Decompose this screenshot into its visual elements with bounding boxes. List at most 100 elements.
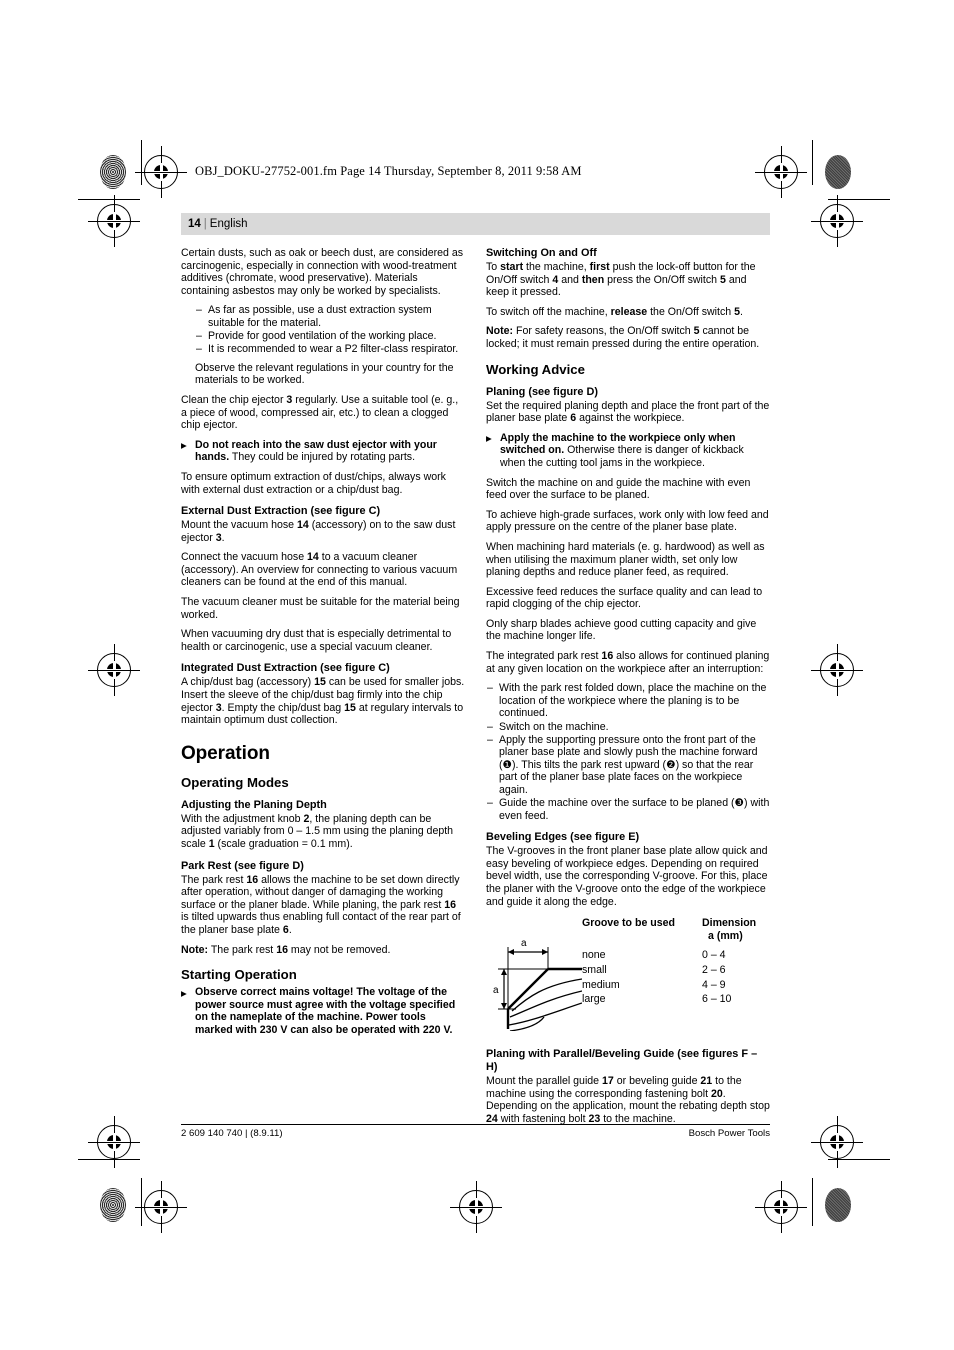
cell-dimension: 0 – 4 [702,949,726,962]
emphasis: then [581,273,605,286]
right-column: Switching On and Off To start the machin… [486,247,770,1133]
heading-integrated-dust-extraction: Integrated Dust Extraction (see figure C… [181,662,390,675]
column-header-dimension: Dimension a (mm) [702,917,768,942]
planing-p7: The integrated park rest 16 also allows … [486,650,770,675]
external-extraction-p2: Connect the vacuum hose 14 to a vacuum c… [181,551,465,589]
heading-starting-operation: Starting Operation [181,967,297,983]
external-extraction-p3: The vacuum cleaner must be suitable for … [181,596,460,621]
registration-mark-bottom-right [755,1181,807,1233]
cell-groove: medium [582,978,620,991]
emphasis: first [589,261,610,273]
running-head: 14 | English [181,213,770,235]
external-extraction-p4: When vacuuming dry dust that is especial… [181,628,452,653]
park-rest-note: Note: The park rest 16 may not be remove… [181,944,465,957]
observe-regulations-paragraph: Observe the relevant regulations in your… [195,361,454,387]
heading-park-rest: Park Rest (see figure D) [181,859,304,872]
dust-precautions-list: As far as possible, use a dust extractio… [195,304,465,355]
text-fragment: Mount the vacuum hose [181,519,298,532]
cell-groove: none [582,949,606,962]
runhead-separator: | [203,218,207,230]
text-fragment: With the adjustment knob [181,812,304,825]
switching-note: Note: For safety reasons, the On/Off swi… [486,325,770,350]
heading-working-advice: Working Advice [486,361,585,377]
label-a-top: a [521,938,527,949]
text-fragment: is tilted upwards thus enabling full con… [181,911,461,936]
cell-dimension: 6 – 10 [702,993,732,1006]
switching-p2: To switch off the machine, release the O… [486,306,770,319]
text-fragment: the On/Off switch [647,305,735,318]
list-item: With the park rest folded down, place th… [486,682,770,720]
heading-external-dust-extraction: External Dust Extraction (see figure C) [181,505,381,518]
planing-p1: Set the required planing depth and place… [486,400,770,425]
part-ref: 16 [444,898,457,911]
footer-rule [181,1124,770,1125]
table-row: medium 4 – 9 [582,978,770,993]
table-row: small 2 – 6 [582,963,770,978]
registration-mark-left-lower [88,1116,140,1168]
list-item: Apply the supporting pressure onto the f… [486,734,770,797]
planing-p2: Switch the machine on and guide the mach… [486,476,751,502]
clean-ejector-pre: Clean the chip ejector [181,393,287,406]
heading-adjusting-planing-depth: Adjusting the Planing Depth [181,798,327,811]
part-ref: 16 [601,650,614,663]
page-content: 14 | English Certain dusts, such as oak … [181,213,770,1133]
table-body: none 0 – 4 small 2 – 6 medium 4 – 9 larg… [582,948,770,1006]
part-ref: 20 [710,1087,723,1100]
density-patch-bottom-right [825,1188,851,1222]
park-rest-paragraph: The park rest 16 allows the machine to b… [181,874,465,937]
list-item: Guide the machine over the surface to be… [486,797,770,822]
text-fragment: press the On/Off switch [604,273,720,286]
left-column: Certain dusts, such as oak or beech dust… [181,247,465,1133]
trim-rule-bottom-left-vertical [141,1178,142,1226]
heading-planing-parallel-beveling-guide: Planing with Parallel/Beveling Guide (se… [486,1048,758,1074]
warning-saw-dust-ejector: Do not reach into the saw dust ejector w… [181,439,465,464]
part-ref: 17 [602,1075,614,1088]
fm-file-header: OBJ_DOKU-27752-001.fm Page 14 Thursday, … [195,164,582,178]
dimension-header-line2: a (mm) [708,929,743,942]
table-row: none 0 – 4 [582,948,770,963]
planing-steps-list: With the park rest folded down, place th… [486,682,770,822]
two-column-body: Certain dusts, such as oak or beech dust… [181,247,770,1133]
list-item: It is recommended to wear a P2 filter-cl… [195,343,465,356]
text-fragment: or beveling guide [613,1075,701,1088]
registration-mark-top-right [755,146,807,198]
beveling-p1: The V-grooves in the front planer base p… [486,845,768,908]
page-footer: 2 609 140 740 | (8.9.11) Bosch Power Too… [181,1128,770,1139]
trim-rule-left-lower [78,1159,140,1160]
beveling-figure-table-block: a a Groove to be used Dimension a (mm) n… [486,917,770,1036]
cell-groove: large [582,993,606,1006]
text-fragment: To switch off the machine, [486,305,611,318]
heading-operating-modes: Operating Modes [181,774,289,790]
text-fragment: . Empty the chip/dust bag [221,701,345,714]
text-fragment: against the workpiece. [576,412,685,425]
warning-rest: They could be injured by rotating parts. [229,451,416,464]
note-label: Note: [181,943,209,956]
warning-mains-voltage: Observe correct mains voltage! The volta… [181,986,465,1036]
trim-rule-right-upper [828,199,890,200]
switching-p1: To start the machine, first push the loc… [486,261,770,299]
text-fragment: To [486,261,501,273]
text-fragment: The integrated park rest [486,650,602,663]
list-item: As far as possible, use a dust extractio… [195,304,465,329]
registration-mark-bottom-left [135,1181,187,1233]
column-header-groove: Groove to be used [582,917,676,930]
heading-operation: Operation [181,742,270,764]
registration-mark-left-middle [88,644,140,696]
page-number: 14 [188,218,201,230]
cell-dimension: 2 – 6 [702,964,726,977]
dimension-header-line1: Dimension [702,917,757,930]
text-fragment: (scale graduation = 0.1 mm). [214,838,353,850]
planing-p4: When machining hard materials (e. g. har… [486,540,765,579]
text-fragment: The park rest [181,873,247,886]
registration-mark-left-upper [88,195,140,247]
clean-ejector-paragraph: Clean the chip ejector 3 regularly. Use … [181,394,465,432]
list-item: Switch on the machine. [486,721,770,734]
text-fragment: the machine, [523,261,590,273]
text-fragment: . [221,531,225,544]
registration-mark-right-upper [811,195,863,247]
table-header-row: Groove to be used Dimension a (mm) [582,917,770,942]
cell-groove: small [582,964,607,977]
registration-mark-bottom-center [450,1181,502,1233]
text-fragment: For safety reasons, the On/Off switch [513,325,694,338]
text-fragment: may not be removed. [287,943,391,956]
